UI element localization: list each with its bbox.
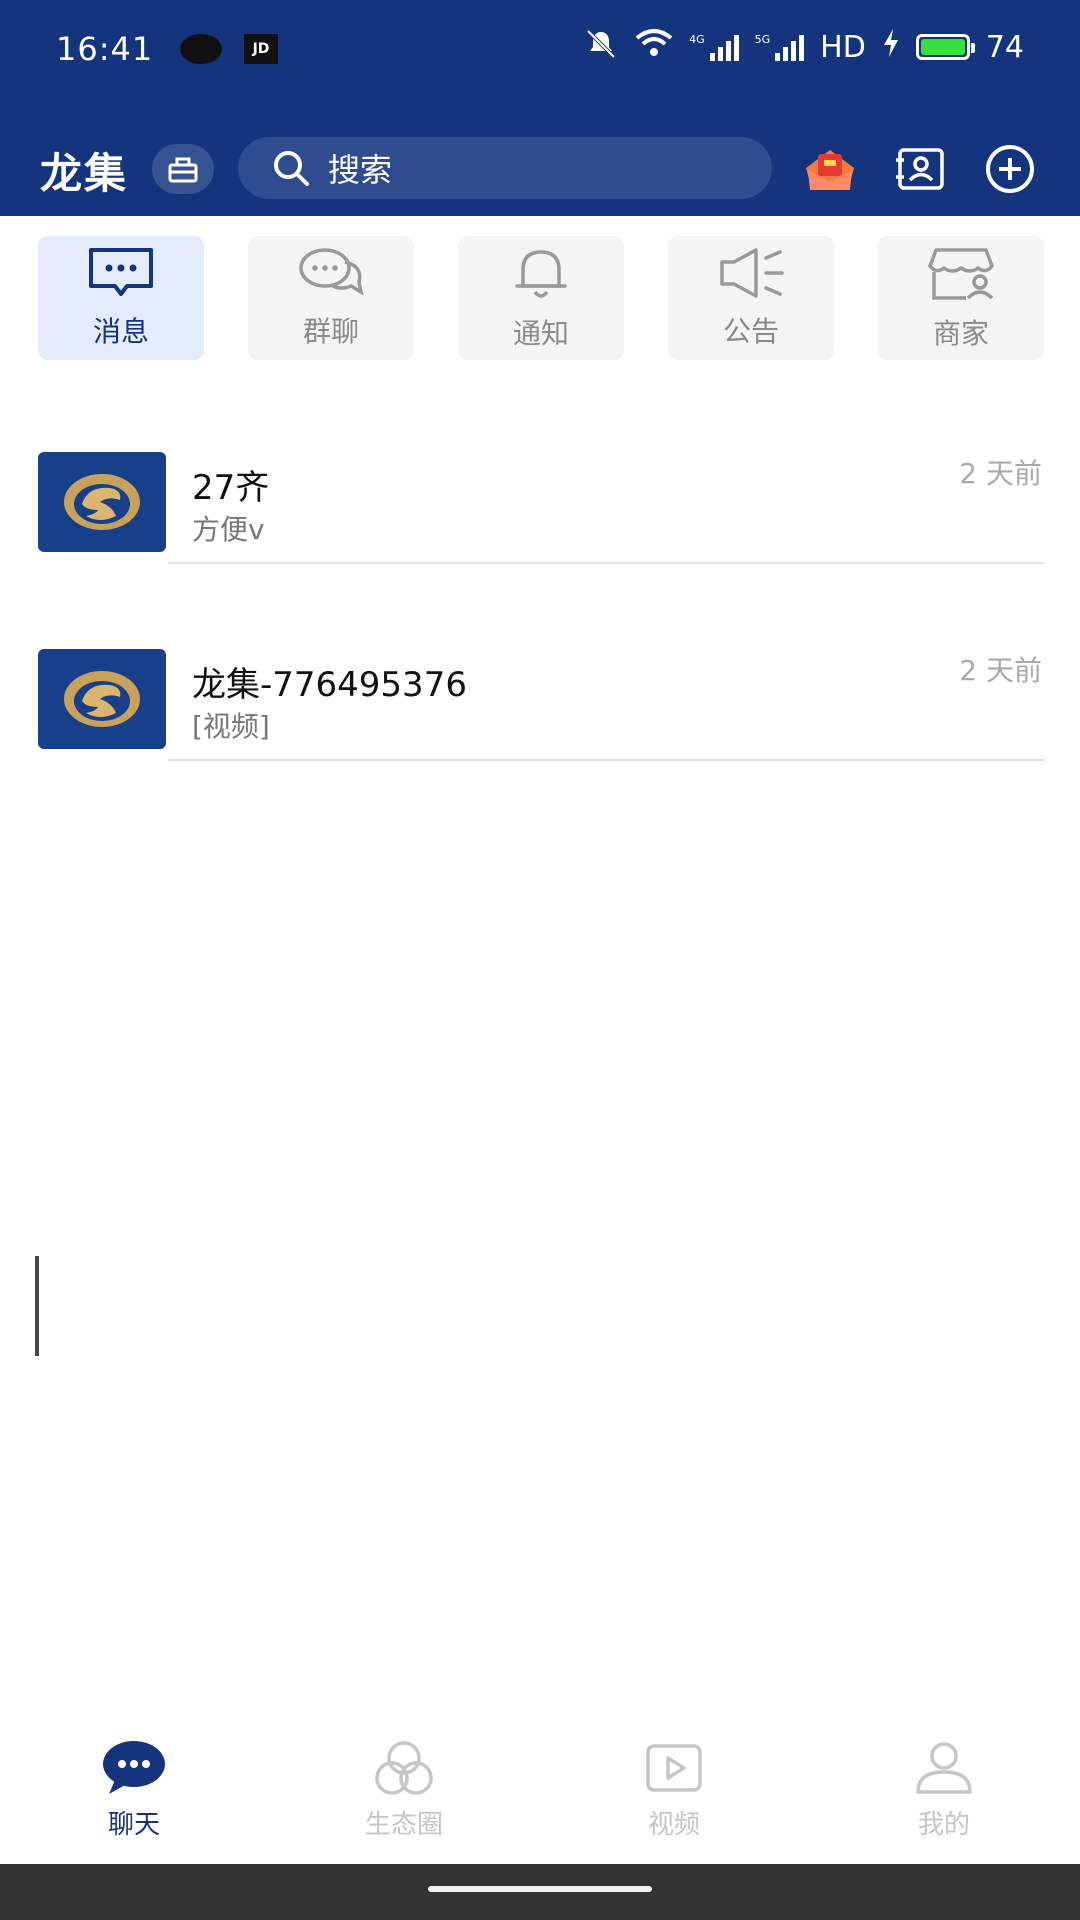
tab-ecosystem[interactable]: 生态圈 xyxy=(304,1740,504,1864)
contacts-button[interactable] xyxy=(892,146,948,192)
category-label: 公告 xyxy=(722,315,779,348)
avatar xyxy=(38,649,166,749)
conversation-preview: 方便v xyxy=(192,513,265,546)
tab-label: 聊天 xyxy=(107,1810,160,1840)
avatar xyxy=(38,452,166,552)
red-packet-button[interactable] xyxy=(802,146,858,192)
conversation-time: 2 天前 xyxy=(959,457,1042,490)
category-messages[interactable]: 消息 xyxy=(38,236,204,360)
system-navigation-bar xyxy=(0,1864,1080,1920)
message-dots-icon xyxy=(89,248,153,296)
category-announcements[interactable]: 公告 xyxy=(668,236,834,360)
app-header: 龙集 搜索 xyxy=(0,100,1080,216)
tab-label: 生态圈 xyxy=(364,1810,443,1840)
status-bar: 16:41 JD 4G 5G HD 74 xyxy=(0,0,1080,100)
divider xyxy=(168,759,1044,761)
conversation-item[interactable]: 27齐 方便v 2 天前 xyxy=(0,452,1080,582)
hd-label: HD xyxy=(820,29,866,65)
jd-app-icon: JD xyxy=(244,34,278,64)
status-notification-icons: JD xyxy=(180,34,278,64)
contacts-book-icon xyxy=(896,148,944,190)
divider xyxy=(168,562,1044,564)
signal-5g-icon: 5G xyxy=(755,33,805,61)
bell-icon xyxy=(515,250,567,298)
charging-icon xyxy=(882,29,900,65)
person-icon xyxy=(916,1742,972,1794)
basket-icon xyxy=(168,157,198,183)
search-icon xyxy=(274,151,309,186)
bottom-tab-bar: 聊天 生态圈 视频 我的 xyxy=(0,1740,1080,1864)
longji-logo-icon xyxy=(64,474,140,530)
scroll-indicator xyxy=(35,1256,39,1356)
tab-profile[interactable]: 我的 xyxy=(844,1740,1044,1864)
search-placeholder: 搜索 xyxy=(328,151,393,189)
signal-4g-icon: 4G xyxy=(689,33,739,61)
conversation-time: 2 天前 xyxy=(959,654,1042,687)
tab-video[interactable]: 视频 xyxy=(574,1740,774,1864)
conversation-name: 27齐 xyxy=(192,468,270,508)
megaphone-icon xyxy=(720,248,784,298)
group-chat-icon xyxy=(299,248,364,296)
category-label: 群聊 xyxy=(302,315,359,348)
tab-label: 我的 xyxy=(917,1810,970,1840)
search-bar[interactable]: 搜索 xyxy=(238,137,772,199)
basket-button[interactable] xyxy=(152,144,214,194)
category-tabs: 消息 群聊 通知 公告 商家 xyxy=(0,236,1080,362)
category-merchants[interactable]: 商家 xyxy=(878,236,1044,360)
status-right-icons: 4G 5G HD 74 xyxy=(583,28,1024,66)
plus-circle-icon xyxy=(986,145,1034,193)
store-icon xyxy=(928,248,994,300)
chat-bubble-icon xyxy=(103,1741,165,1794)
tab-label: 视频 xyxy=(647,1810,700,1840)
wifi-icon xyxy=(635,28,673,66)
category-notifications[interactable]: 通知 xyxy=(458,236,624,360)
conversation-preview: [视频] xyxy=(192,710,270,743)
app-title: 龙集 xyxy=(40,149,129,198)
conversation-item[interactable]: 龙集-776495376 [视频] 2 天前 xyxy=(0,649,1080,779)
category-group-chat[interactable]: 群聊 xyxy=(248,236,414,360)
video-play-icon xyxy=(646,1744,702,1792)
add-button[interactable] xyxy=(982,145,1038,193)
category-label: 通知 xyxy=(512,317,569,350)
red-packet-icon xyxy=(806,150,854,190)
status-time: 16:41 xyxy=(56,30,154,68)
conversation-name: 龙集-776495376 xyxy=(192,665,467,705)
circles-icon xyxy=(375,1741,433,1795)
message-notification-icon xyxy=(180,34,222,64)
longji-logo-icon xyxy=(64,671,140,727)
tab-chat[interactable]: 聊天 xyxy=(34,1740,234,1864)
battery-icon xyxy=(915,34,975,60)
category-label: 商家 xyxy=(932,317,989,350)
mute-icon xyxy=(583,29,619,66)
home-indicator[interactable] xyxy=(428,1886,652,1892)
category-label: 消息 xyxy=(92,315,149,348)
battery-percent: 74 xyxy=(985,29,1024,65)
